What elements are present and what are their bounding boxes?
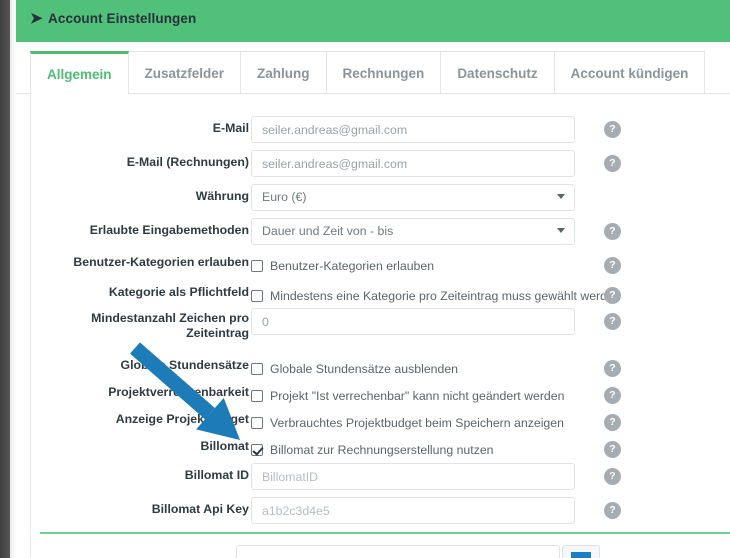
caret-down-icon: [557, 228, 565, 233]
select-control[interactable]: Euro (€): [251, 184, 575, 211]
field-control: Dauer und Zeit von - bis: [251, 218, 575, 245]
checkbox-row[interactable]: Mindestens eine Kategorie pro Zeiteintra…: [251, 282, 621, 309]
checkbox-icon[interactable]: [251, 289, 263, 302]
text-input[interactable]: [251, 463, 575, 490]
checkbox-row[interactable]: Billomat zur Rechnungserstellung nutzen: [251, 436, 494, 463]
arrow-up-icon: ➤: [30, 10, 43, 27]
text-input[interactable]: [251, 116, 575, 143]
checkbox-label: Billomat zur Rechnungserstellung nutzen: [270, 442, 494, 457]
help-icon[interactable]: ?: [604, 414, 621, 431]
tab-account-k-ndigen[interactable]: Account kündigen: [553, 51, 706, 94]
field-label: E-Mail: [212, 121, 249, 135]
help-icon[interactable]: ?: [604, 223, 621, 240]
help-icon[interactable]: ?: [604, 468, 621, 485]
field-label: Billomat Api Key: [151, 502, 249, 516]
field-label: Billomat: [200, 439, 249, 453]
field-control: Verbrauchtes Projektbudget beim Speicher…: [251, 409, 564, 436]
section-divider: [40, 532, 730, 534]
field-control: [251, 116, 575, 143]
checkbox-row[interactable]: Globale Stundensätze ausblenden: [251, 355, 458, 382]
tab-bar: Allgemein Zusatzfelder Zahlung Rechnungen Da…: [16, 42, 730, 94]
field-control: Euro (€): [251, 184, 575, 211]
sidebar-gutter: [10, 0, 16, 558]
text-input[interactable]: [251, 308, 575, 335]
select-value: Dauer und Zeit von - bis: [262, 224, 394, 238]
app-sidebar-rail: [0, 0, 10, 558]
help-icon[interactable]: ?: [604, 287, 621, 304]
help-icon[interactable]: ?: [604, 257, 621, 274]
field-label: Projektverrechenbarkeit: [108, 385, 249, 399]
tab-allgemein[interactable]: Allgemein: [30, 51, 129, 94]
checkbox-row[interactable]: Projekt "Ist verrechenbar" kann nicht ge…: [251, 382, 564, 409]
help-icon[interactable]: ?: [604, 155, 621, 172]
text-input[interactable]: [251, 497, 575, 524]
checkbox-label: Projekt "Ist verrechenbar" kann nicht ge…: [270, 388, 565, 403]
field-control: Mindestens eine Kategorie pro Zeiteintra…: [251, 282, 621, 309]
field-control: Globale Stundensätze ausblenden: [251, 355, 458, 382]
checkbox-icon[interactable]: [251, 416, 263, 429]
field-label: Währung: [195, 189, 249, 203]
tab-rechnungen[interactable]: Rechnungen: [325, 51, 442, 94]
field-control: Benutzer-Kategorien erlauben: [251, 252, 434, 279]
checkbox-label: Globale Stundensätze ausblenden: [270, 361, 459, 376]
field-control: [251, 308, 575, 335]
field-control: [251, 150, 575, 177]
help-icon[interactable]: ?: [604, 360, 621, 377]
field-control: [251, 463, 575, 490]
bottom-row-button[interactable]: [562, 545, 600, 558]
field-control: Billomat zur Rechnungserstellung nutzen: [251, 436, 494, 463]
field-label: Erlaubte Eingabemethoden: [89, 223, 249, 237]
field-label: Benutzer-Kategorien erlauben: [73, 255, 249, 269]
field-label: Anzeige Projektbudget: [115, 412, 249, 426]
text-input[interactable]: [251, 150, 575, 177]
help-icon[interactable]: ?: [604, 121, 621, 138]
tab-zusatzfelder[interactable]: Zusatzfelder: [127, 51, 242, 94]
help-icon[interactable]: ?: [604, 502, 621, 519]
settings-form: E-Mail? E-Mail (Rechnungen)? Währung Euro (…: [30, 94, 730, 558]
checkbox-icon[interactable]: [251, 259, 263, 272]
checkbox-row[interactable]: Verbrauchtes Projektbudget beim Speicher…: [251, 409, 564, 436]
bottom-row-input[interactable]: [236, 545, 560, 558]
help-icon[interactable]: ?: [604, 387, 621, 404]
field-label: Kategorie als Pflichtfeld: [108, 285, 249, 299]
field-label: Billomat ID: [184, 468, 249, 482]
checkbox-icon[interactable]: [251, 362, 263, 375]
checkbox-row[interactable]: Benutzer-Kategorien erlauben: [251, 252, 434, 279]
partial-bottom-row: [16, 543, 730, 558]
page-container: ➤ Account Einstellungen Allgemein Zusatzf…: [16, 0, 730, 558]
field-control: Projekt "Ist verrechenbar" kann nicht ge…: [251, 382, 564, 409]
page-header: ➤ Account Einstellungen: [16, 0, 730, 42]
checkbox-label: Verbrauchtes Projektbudget beim Speicher…: [270, 415, 564, 430]
page-title: Account Einstellungen: [48, 11, 197, 26]
help-icon[interactable]: ?: [604, 441, 621, 458]
field-label: Globale Stundensätze: [120, 358, 249, 372]
checkbox-icon[interactable]: [251, 389, 263, 402]
tab-zahlung[interactable]: Zahlung: [240, 51, 327, 94]
checkbox-label: Mindestens eine Kategorie pro Zeiteintra…: [270, 288, 621, 303]
checkbox-label: Benutzer-Kategorien erlauben: [270, 258, 435, 273]
tab-list: Allgemein Zusatzfelder Zahlung Rechnungen Da…: [30, 51, 706, 94]
field-label: E-Mail (Rechnungen): [126, 155, 249, 169]
field-control: [251, 497, 575, 524]
color-swatch-icon: [571, 552, 591, 558]
help-icon[interactable]: ?: [604, 313, 621, 330]
tab-datenschutz[interactable]: Datenschutz: [440, 51, 555, 94]
caret-down-icon: [557, 194, 565, 199]
checkbox-icon[interactable]: [251, 443, 263, 456]
select-control[interactable]: Dauer und Zeit von - bis: [251, 218, 575, 245]
select-value: Euro (€): [262, 190, 307, 204]
field-label: Mindestanzahl Zeichen pro Zeiteintrag: [91, 311, 249, 340]
